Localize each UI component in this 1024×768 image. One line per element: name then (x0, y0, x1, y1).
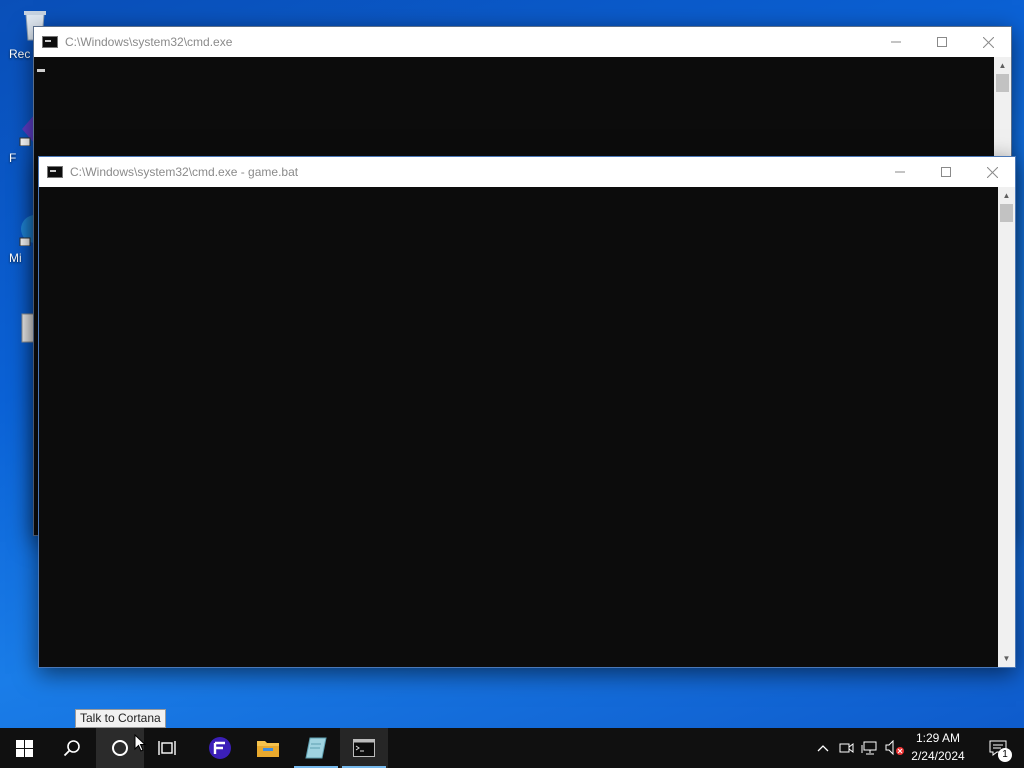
volume-muted-icon (885, 740, 904, 756)
search-button[interactable] (48, 728, 96, 768)
scrollbar-thumb[interactable] (1000, 204, 1013, 222)
maximize-icon (937, 37, 947, 47)
console-output[interactable] (39, 187, 998, 667)
clock-time[interactable]: 1:29 AM (906, 731, 970, 745)
show-hidden-icons-button[interactable] (812, 728, 834, 768)
minimize-button[interactable] (873, 27, 919, 57)
maximize-button[interactable] (923, 157, 969, 187)
cmd-icon (47, 166, 63, 178)
notepad-icon (305, 737, 327, 759)
title-bar[interactable]: C:\Windows\system32\cmd.exe - game.bat (39, 157, 1015, 187)
taskbar-app-purple[interactable] (196, 728, 244, 768)
action-center-button[interactable]: 1 (976, 728, 1020, 768)
cmd-window-game[interactable]: C:\Windows\system32\cmd.exe - game.bat ▲… (38, 156, 1016, 668)
minimize-icon (895, 171, 905, 173)
tray-network[interactable] (858, 728, 882, 768)
start-button[interactable] (0, 728, 48, 768)
folder-icon (257, 741, 279, 757)
close-button[interactable] (965, 27, 1011, 57)
vertical-scrollbar[interactable]: ▲ ▼ (998, 187, 1015, 667)
minimize-icon (891, 41, 901, 43)
cortana-tooltip: Talk to Cortana (75, 709, 166, 728)
tray-volume[interactable] (882, 728, 908, 768)
purple-app-icon (209, 737, 231, 759)
chevron-up-icon (817, 745, 829, 752)
taskbar-notepad[interactable] (292, 728, 340, 768)
scroll-up-arrow-icon[interactable]: ▲ (998, 187, 1015, 204)
close-icon (982, 36, 994, 48)
minimize-button[interactable] (877, 157, 923, 187)
cortana-circle-icon (112, 740, 128, 756)
cmd-icon (353, 739, 375, 757)
title-bar[interactable]: C:\Windows\system32\cmd.exe (34, 27, 1011, 57)
video-camera-icon (839, 743, 854, 753)
clock-date[interactable]: 2/24/2024 (906, 749, 970, 763)
task-view-button[interactable] (144, 728, 192, 768)
taskbar: 1:29 AM 2/24/2024 1 (0, 728, 1024, 768)
tray-meet-now[interactable] (836, 728, 858, 768)
taskbar-command-prompt[interactable] (340, 728, 388, 768)
close-button[interactable] (969, 157, 1015, 187)
cortana-button[interactable] (96, 728, 146, 768)
search-icon (63, 740, 80, 757)
scroll-up-arrow-icon[interactable]: ▲ (994, 57, 1011, 74)
task-view-icon (158, 741, 176, 755)
window-title: C:\Windows\system32\cmd.exe - game.bat (70, 165, 299, 179)
cmd-icon (42, 36, 58, 48)
maximize-button[interactable] (919, 27, 965, 57)
taskbar-file-explorer[interactable] (244, 728, 292, 768)
scrollbar-thumb[interactable] (996, 74, 1009, 92)
network-icon (861, 741, 877, 755)
window-title: C:\Windows\system32\cmd.exe (65, 35, 233, 49)
close-icon (986, 166, 998, 178)
text-cursor (37, 69, 45, 72)
maximize-icon (941, 167, 951, 177)
notification-count-badge: 1 (998, 748, 1012, 762)
windows-logo-icon (15, 739, 33, 757)
scroll-down-arrow-icon[interactable]: ▼ (998, 650, 1015, 667)
